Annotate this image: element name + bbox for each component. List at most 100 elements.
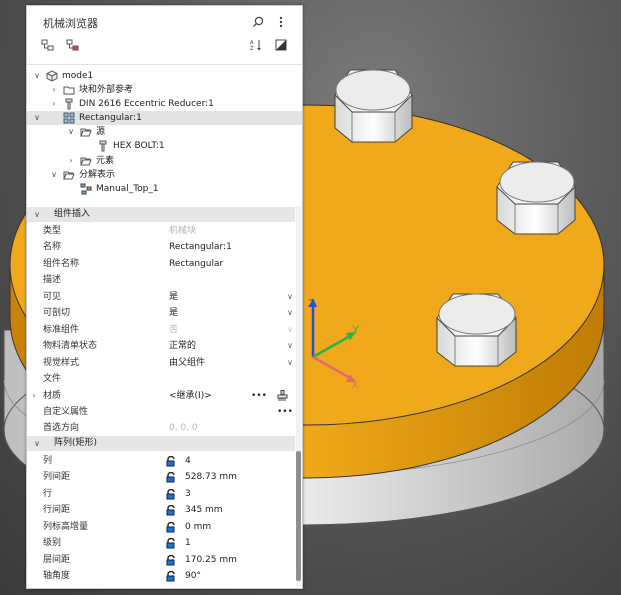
tree-label: DIN 2616 Eccentric Reducer:1 xyxy=(79,99,214,109)
prop-row-rows[interactable]: 行 3 xyxy=(27,486,295,502)
tree-node-mode1[interactable]: ∨ mode1 xyxy=(27,69,302,83)
prop-value[interactable]: Rectangular xyxy=(169,256,223,272)
prop-row-custom-properties[interactable]: 自定义属性 ••• xyxy=(27,404,295,420)
prop-label: 轴角度 xyxy=(43,571,71,581)
lock-icon[interactable] xyxy=(166,554,178,566)
prop-row-column-spacing[interactable]: 列间距 528.73 mm xyxy=(27,469,295,485)
more-options-icon[interactable]: ••• xyxy=(277,404,293,420)
component-structure-icon[interactable] xyxy=(65,37,81,53)
lock-icon[interactable] xyxy=(166,504,178,516)
prop-label: 描述 xyxy=(43,275,62,285)
prop-row-axis-angle[interactable]: 轴角度 90° xyxy=(27,568,295,584)
prop-label: 名称 xyxy=(43,242,62,252)
sort-az-icon[interactable]: AZ xyxy=(248,37,264,53)
folder-open-icon xyxy=(80,155,92,167)
prop-value[interactable]: 4 xyxy=(185,453,191,469)
chevron-down-icon[interactable]: ∨ xyxy=(49,168,59,182)
lock-icon[interactable] xyxy=(166,471,178,483)
tree-label: 块和外部参考 xyxy=(79,85,134,95)
lock-icon[interactable] xyxy=(166,570,178,582)
array-icon xyxy=(63,112,75,124)
model-icon xyxy=(46,70,58,82)
chevron-down-icon[interactable]: ∨ xyxy=(32,69,42,83)
scrollbar-thumb[interactable] xyxy=(296,451,301,581)
prop-value[interactable]: Rectangular:1 xyxy=(169,239,232,255)
chevron-right-icon[interactable]: › xyxy=(49,97,59,111)
properties-scrollbar[interactable] xyxy=(296,206,301,586)
hex-bolt-2 xyxy=(496,161,576,235)
prop-row-columns[interactable]: 列 4 xyxy=(27,453,295,469)
tree-node-blocks-xrefs[interactable]: › 块和外部参考 xyxy=(27,83,302,97)
folder-open-icon xyxy=(63,169,75,181)
prop-row-material[interactable]: › 材质 <继承(I)> ••• xyxy=(27,388,295,404)
prop-label: 可剖切 xyxy=(43,308,71,318)
chevron-right-icon[interactable]: › xyxy=(29,388,39,404)
search-icon[interactable] xyxy=(250,14,266,30)
prop-row-component-name[interactable]: 组件名称 Rectangular xyxy=(27,256,295,272)
tree-label: 元素 xyxy=(96,156,115,166)
display-mode-icon[interactable] xyxy=(273,37,289,53)
prop-value[interactable]: 3 xyxy=(185,486,191,502)
chevron-down-icon[interactable]: ∨ xyxy=(285,305,295,321)
tree-node-rectangular[interactable]: ∨ Rectangular:1 xyxy=(27,111,302,125)
prop-value[interactable]: 90° xyxy=(185,568,201,584)
chevron-down-icon[interactable]: ∨ xyxy=(285,355,295,371)
tree-node-elements[interactable]: › 元素 xyxy=(27,154,302,168)
prop-row-row-spacing[interactable]: 行间距 345 mm xyxy=(27,502,295,518)
section-header-rectangular-array[interactable]: ∨ 阵列(矩形) xyxy=(27,436,295,451)
axis-z-label: Z xyxy=(308,298,315,310)
prop-row-file[interactable]: 文件 xyxy=(27,371,295,387)
assembly-structure-icon[interactable] xyxy=(40,37,56,53)
tree-node-exploded-views[interactable]: ∨ 分解表示 xyxy=(27,168,302,182)
more-options-icon[interactable]: ••• xyxy=(251,388,267,404)
prop-row-description[interactable]: 描述 xyxy=(27,272,295,288)
browser-header: 机械浏览器 AZ xyxy=(27,6,302,62)
chevron-down-icon[interactable]: ∨ xyxy=(32,436,42,451)
prop-row-bom-status[interactable]: 物料清单状态 正常的 ∨ xyxy=(27,338,295,354)
tree-label: mode1 xyxy=(62,71,94,81)
prop-row-visual-style[interactable]: 视觉样式 由父组件 ∨ xyxy=(27,355,295,371)
prop-value[interactable]: 170.25 mm xyxy=(185,552,237,568)
prop-label: 标准组件 xyxy=(43,325,80,335)
chevron-down-icon[interactable]: ∨ xyxy=(285,289,295,305)
prop-label: 自定义属性 xyxy=(43,407,89,417)
prop-value[interactable]: 1 xyxy=(185,535,191,551)
prop-value[interactable]: 是 xyxy=(169,305,178,321)
lock-icon[interactable] xyxy=(166,455,178,467)
prop-value[interactable]: <继承(I)> xyxy=(169,388,212,404)
section-header-component-insert[interactable]: ∨ 组件插入 xyxy=(27,207,295,222)
prop-row-name[interactable]: 名称 Rectangular:1 xyxy=(27,239,295,255)
section-title: 阵列(矩形) xyxy=(54,438,98,448)
prop-row-preferred-direction: 首选方向 0, 0, 0 xyxy=(27,420,295,436)
chevron-down-icon[interactable]: ∨ xyxy=(32,207,42,222)
prop-row-levels[interactable]: 级别 1 xyxy=(27,535,295,551)
lock-icon[interactable] xyxy=(166,521,178,533)
chevron-right-icon[interactable]: › xyxy=(49,83,59,97)
prop-value[interactable]: 由父组件 xyxy=(169,355,205,371)
more-options-icon[interactable] xyxy=(273,14,289,30)
prop-row-sectionable[interactable]: 可剖切 是 ∨ xyxy=(27,305,295,321)
tree-node-source[interactable]: ∨ 源 xyxy=(27,125,302,139)
tree-label: Manual_Top_1 xyxy=(96,184,159,194)
prop-label: 类型 xyxy=(43,226,62,236)
chevron-down-icon[interactable]: ∨ xyxy=(32,111,42,125)
tree-node-din-reducer[interactable]: › DIN 2616 Eccentric Reducer:1 xyxy=(27,97,302,111)
tree-node-manual-top[interactable]: Manual_Top_1 xyxy=(27,182,302,196)
prop-value[interactable]: 是 xyxy=(169,289,178,305)
tree-node-hex-bolt[interactable]: HEX BOLT:1 xyxy=(27,139,302,153)
prop-row-level-spacing[interactable]: 层间距 170.25 mm xyxy=(27,552,295,568)
prop-label: 行 xyxy=(43,489,53,499)
prop-value[interactable]: 528.73 mm xyxy=(185,469,237,485)
prop-row-visible[interactable]: 可见 是 ∨ xyxy=(27,289,295,305)
browser-title: 机械浏览器 xyxy=(43,17,98,30)
prop-value[interactable]: 0 mm xyxy=(185,519,211,535)
chevron-down-icon[interactable]: ∨ xyxy=(66,125,76,139)
chevron-down-icon[interactable]: ∨ xyxy=(285,338,295,354)
lock-icon[interactable] xyxy=(166,488,178,500)
chevron-right-icon[interactable]: › xyxy=(66,154,76,168)
prop-row-row-elevation[interactable]: 列标高增量 0 mm xyxy=(27,519,295,535)
lock-icon[interactable] xyxy=(166,537,178,549)
prop-value[interactable]: 正常的 xyxy=(169,338,196,354)
tree-label: 源 xyxy=(96,127,106,137)
prop-value[interactable]: 345 mm xyxy=(185,502,223,518)
